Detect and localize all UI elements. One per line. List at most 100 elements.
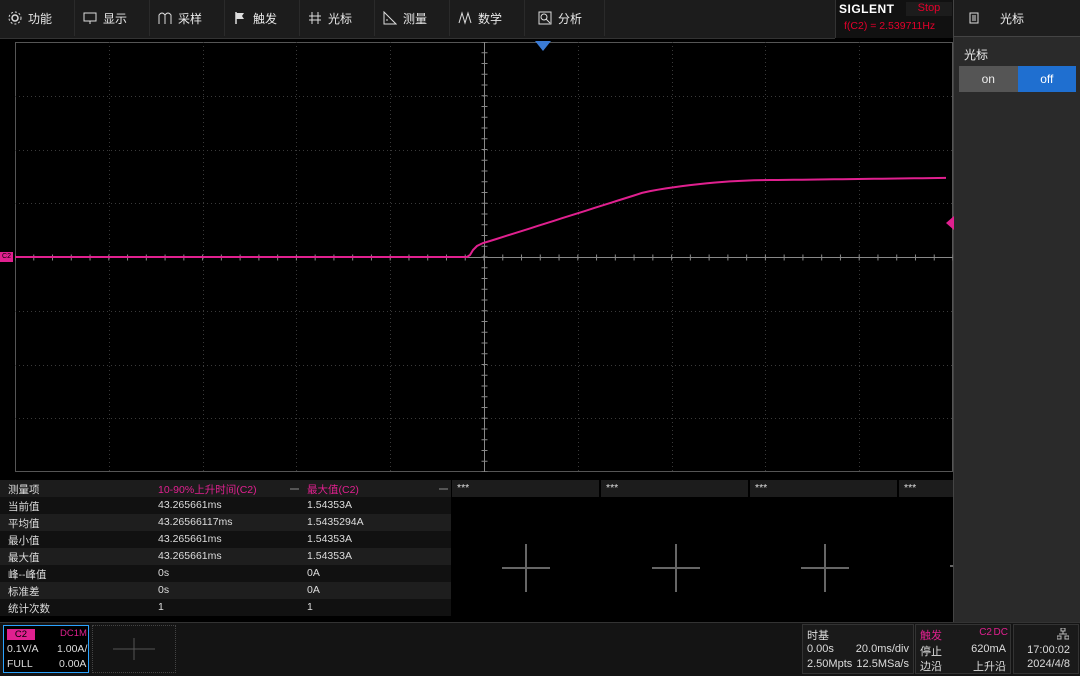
minus-icon[interactable] (290, 488, 299, 490)
c2-waveform-trace (15, 176, 947, 258)
menu-cursors-label: 光标 (328, 11, 353, 26)
clock-panel[interactable]: 17:00:02 2024/4/8 (1013, 624, 1079, 674)
menu-acquire[interactable]: 采样 (150, 0, 225, 36)
trigger-type: 边沿 (920, 661, 942, 673)
menu-acquire-label: 采样 (178, 11, 203, 26)
slot-label: *** (457, 482, 470, 494)
plus-icon (801, 544, 849, 592)
menu-analysis-label: 分析 (558, 11, 583, 26)
timebase-scale: 20.0ms/div (855, 643, 909, 655)
trigger-panel[interactable]: 触发 C2 DC 停止 620mA 边沿 上升沿 (915, 624, 1011, 674)
row-label: 统计次数 (8, 603, 50, 615)
rise-time-value: 0s (158, 584, 170, 596)
row-label: 平均值 (8, 518, 40, 530)
menu-function[interactable]: 功能 (0, 0, 75, 36)
analysis-icon (538, 11, 552, 25)
measurement-slot-4[interactable]: *** (601, 480, 748, 497)
measurement-slot-5[interactable]: *** (750, 480, 897, 497)
menu-trigger-label: 触发 (253, 11, 278, 26)
menu-display-label: 显示 (103, 11, 128, 26)
menu-analysis[interactable]: 分析 (530, 0, 605, 36)
timebase-panel[interactable]: 时基 0.00s 20.0ms/div 2.50Mpts 12.5MSa/s (802, 624, 914, 674)
right-softkey-panel: 光标 光标 on off (953, 0, 1080, 622)
right-panel-header[interactable]: 光标 (954, 0, 1080, 37)
add-measurement-area[interactable] (452, 500, 953, 618)
minus-icon[interactable] (439, 488, 448, 490)
trigger-level-marker[interactable] (946, 216, 954, 230)
frequency-counter: f(C2) = 2.539711Hz (844, 20, 936, 32)
slot-label: *** (755, 482, 768, 494)
measurement-slot-3[interactable]: *** (452, 480, 599, 497)
channel-offset: 0.00A (59, 658, 87, 670)
header-rise-time[interactable]: 10-90%上升时间(C2) (158, 482, 257, 497)
rise-time-value: 0s (158, 567, 170, 579)
rise-time-value: 1 (158, 601, 164, 613)
slot-label: *** (904, 482, 917, 494)
brand-logo: SIGLENT (839, 2, 895, 16)
measurement-header-row: 测量项 10-90%上升时间(C2) 最大值(C2) (0, 480, 451, 497)
measurement-row: 统计次数 1 1 (0, 599, 451, 616)
trigger-slope: 上升沿 (973, 661, 1006, 673)
row-label: 最大值 (8, 552, 40, 564)
math-icon (458, 11, 472, 25)
brand-status-area: SIGLENT Stop f(C2) = 2.539711Hz (835, 0, 954, 38)
max-value: 0A (307, 567, 320, 579)
menu-function-label: 功能 (28, 11, 53, 26)
measurement-row: 当前值 43.265661ms 1.54353A (0, 497, 451, 514)
waveform-grid[interactable] (15, 42, 953, 472)
max-value: 1.54353A (307, 499, 352, 511)
c2-offset-marker[interactable]: C2 (0, 252, 13, 262)
plus-icon (113, 638, 155, 660)
channel-bandwidth: FULL (7, 658, 33, 670)
menu-measure[interactable]: 测量 (375, 0, 450, 36)
row-label: 标准差 (8, 586, 40, 598)
measurement-row: 最小值 43.265661ms 1.54353A (0, 531, 451, 548)
trigger-flag-icon (235, 12, 244, 24)
trigger-position-marker[interactable] (535, 41, 551, 51)
measurement-table: 测量项 10-90%上升时间(C2) 最大值(C2) 当前值 43.265661m… (0, 480, 953, 618)
run-stop-status[interactable]: Stop (906, 2, 952, 16)
menu-display[interactable]: 显示 (75, 0, 150, 36)
cursor-on-button[interactable]: on (959, 66, 1018, 92)
measurement-row: 标准差 0s 0A (0, 582, 451, 599)
cursor-off-button[interactable]: off (1017, 66, 1076, 92)
sample-rate: 12.5MSa/s (856, 658, 909, 670)
row-label: 峰--峰值 (8, 569, 47, 581)
trigger-mode: 停止 (920, 646, 942, 658)
max-value: 1.54353A (307, 550, 352, 562)
cursor-toggle[interactable]: on off (959, 66, 1076, 92)
rise-time-value: 43.265661ms (158, 499, 222, 511)
row-label: 当前值 (8, 501, 40, 513)
add-channel-slot[interactable] (92, 625, 176, 673)
menu-cursors[interactable]: 光标 (300, 0, 375, 36)
max-value: 1.5435294A (307, 516, 364, 528)
max-value: 1 (307, 601, 313, 613)
channel-scale: 0.1V/A (7, 643, 39, 655)
timebase-delay: 0.00s (807, 643, 834, 655)
right-panel-title: 光标 (1000, 11, 1025, 26)
channel-name: C2 (7, 629, 35, 640)
channel-coupling: DC1M (60, 628, 87, 639)
memory-depth: 2.50Mpts (807, 658, 853, 670)
trigger-level: 620mA (971, 643, 1006, 655)
measurement-row: 最大值 43.265661ms 1.54353A (0, 548, 451, 565)
menu-math[interactable]: 数学 (450, 0, 525, 36)
document-icon (969, 12, 979, 24)
measurement-slot-6[interactable]: *** (899, 480, 953, 497)
header-item: 测量项 (8, 484, 40, 496)
clock-time: 17:00:02 (1027, 644, 1070, 656)
rise-time-value: 43.265661ms (158, 533, 222, 545)
plus-icon (502, 544, 550, 592)
ruler-icon (383, 11, 397, 25)
trigger-title: 触发 (920, 630, 942, 642)
channel-offset-scale: 1.00A/ (57, 643, 88, 655)
channel-c2-info[interactable]: C2 DC1M 0.1V/A 1.00A/ FULL 0.00A (3, 625, 89, 673)
clock-date: 2024/4/8 (1027, 658, 1070, 670)
timebase-title: 时基 (807, 630, 829, 642)
row-label: 最小值 (8, 535, 40, 547)
monitor-icon (83, 12, 97, 24)
menu-math-label: 数学 (478, 11, 503, 26)
menu-trigger[interactable]: 触发 (225, 0, 300, 36)
measurement-row: 峰--峰值 0s 0A (0, 565, 451, 582)
header-max[interactable]: 最大值(C2) (307, 482, 359, 497)
